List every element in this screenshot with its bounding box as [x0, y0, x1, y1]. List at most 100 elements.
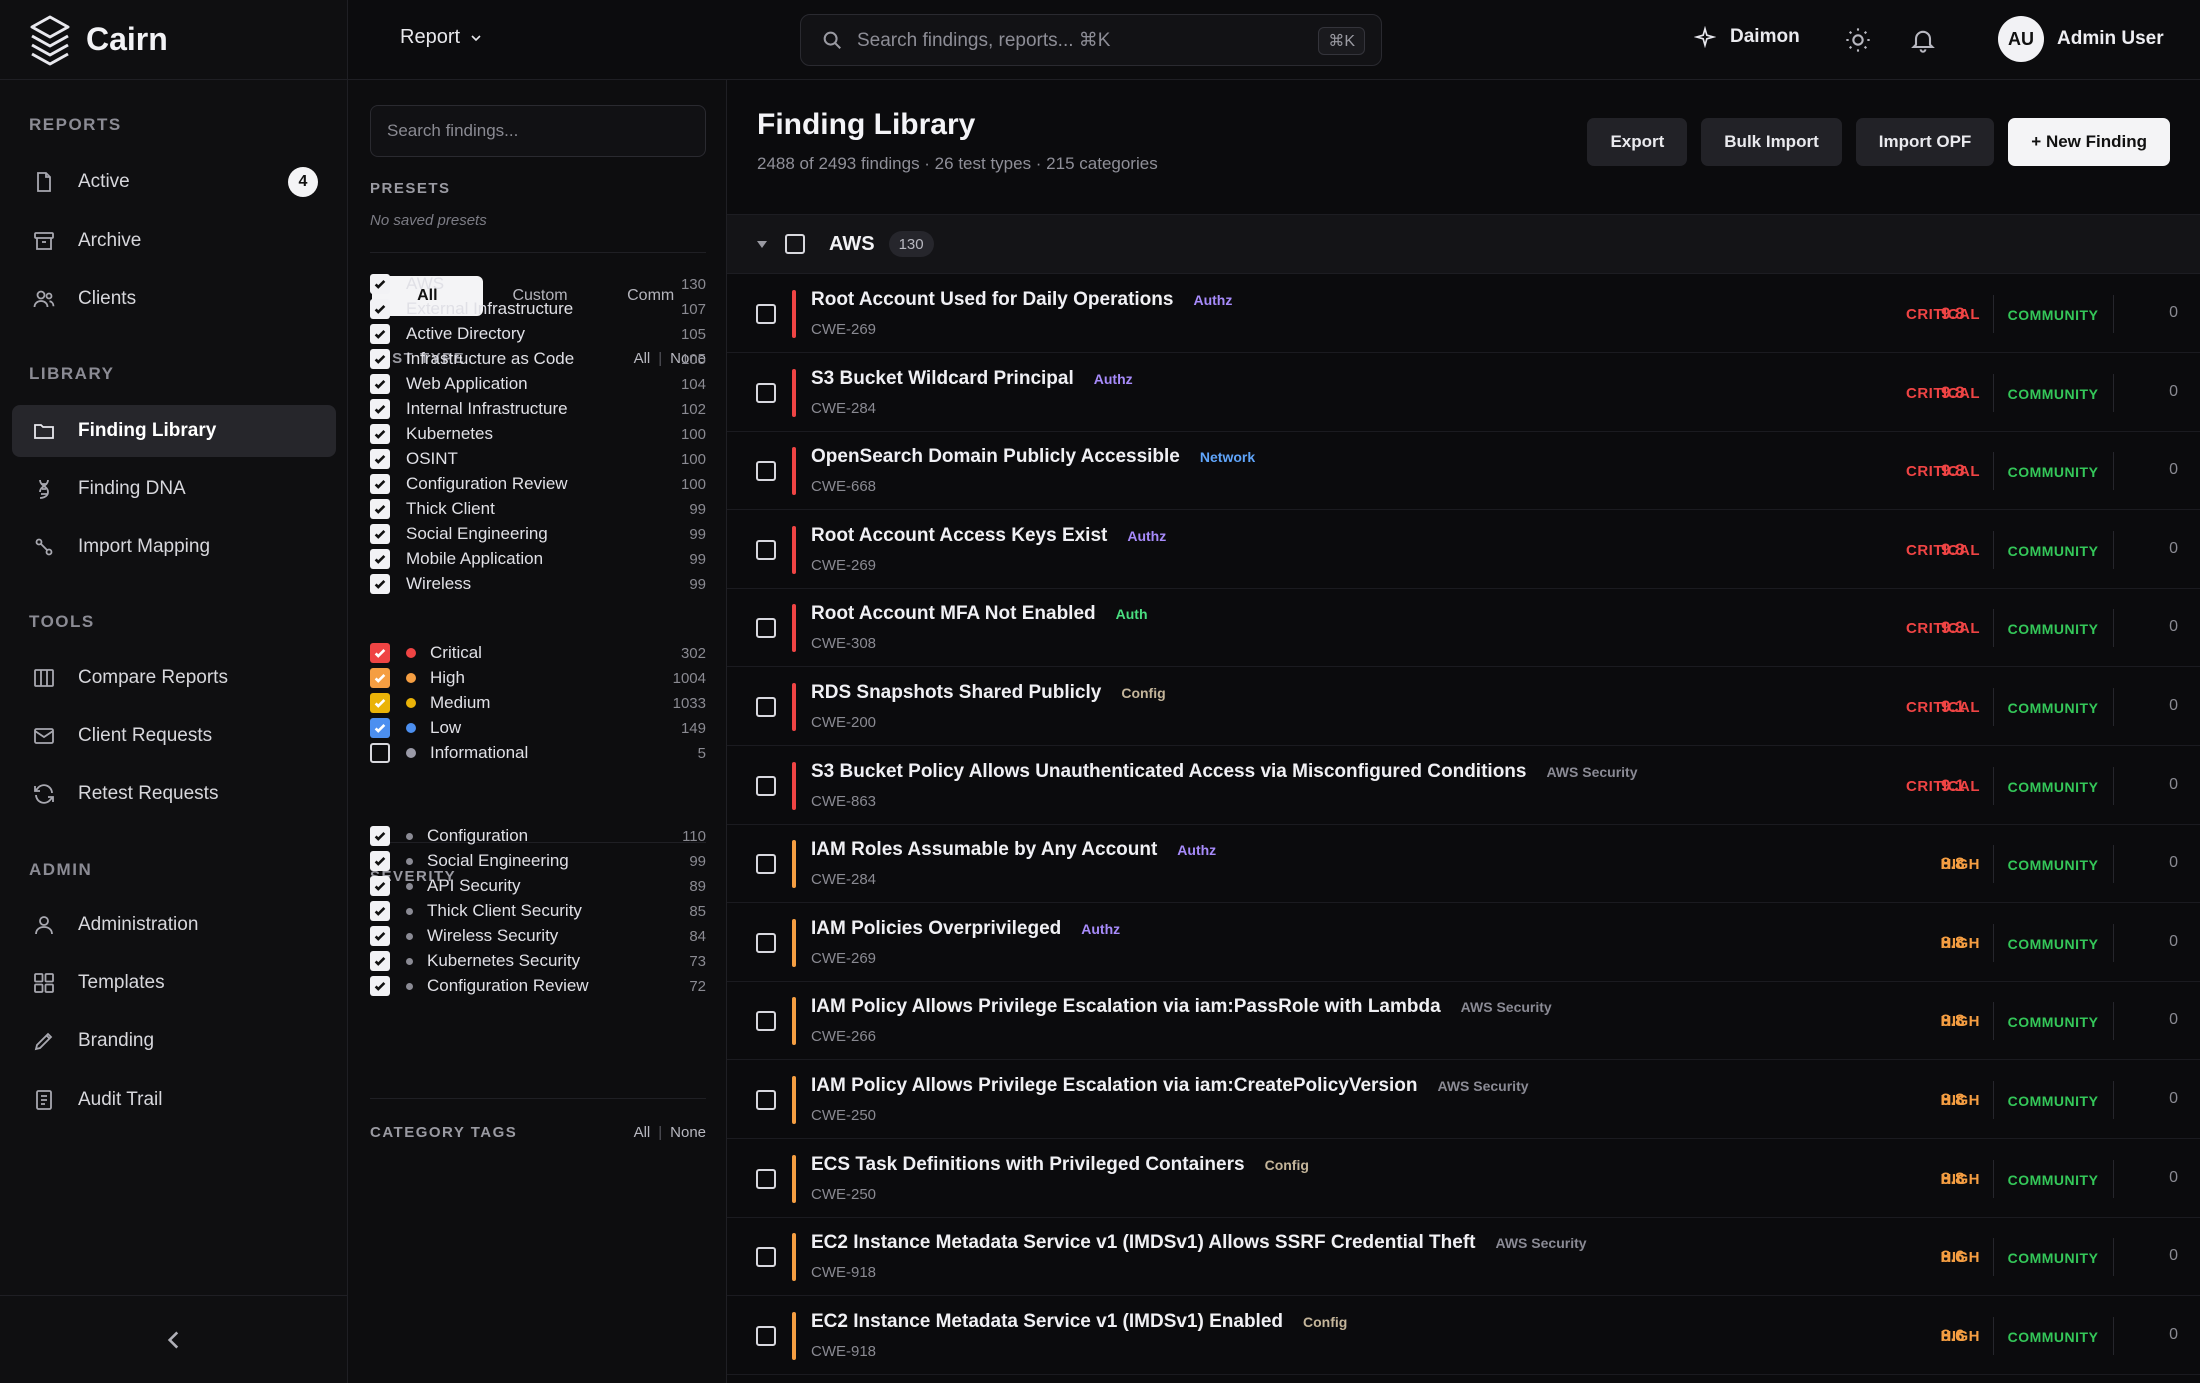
- finding-select-checkbox[interactable]: [756, 461, 776, 482]
- finding-select-checkbox[interactable]: [756, 775, 776, 796]
- finding-title[interactable]: IAM Roles Assumable by Any Account Authz: [811, 839, 1216, 861]
- sidebar-item-finding-dna[interactable]: Finding DNA: [12, 463, 336, 515]
- finding-row[interactable]: IAM Policies Overprivileged Authz CWE-269 H…: [727, 904, 2200, 982]
- sidebar-item-archive[interactable]: Archive: [12, 215, 336, 267]
- import-opf-button[interactable]: Import OPF: [1855, 118, 1995, 166]
- theme-toggle-button[interactable]: [1844, 26, 1872, 54]
- finding-title[interactable]: EC2 Instance Metadata Service v1 (IMDSv1…: [811, 1232, 1587, 1254]
- finding-row[interactable]: S3 Bucket Wildcard Principal Authz CWE-284…: [727, 354, 2200, 432]
- filter-checkbox[interactable]: [370, 693, 390, 713]
- finding-row[interactable]: Root Account Access Keys Exist Authz CWE-2…: [727, 511, 2200, 589]
- global-search-input[interactable]: Search findings, reports... ⌘K ⌘K: [800, 14, 1382, 66]
- filter-checkbox[interactable]: [370, 876, 390, 896]
- finding-row[interactable]: EC2 Instance Metadata Service v1 (IMDSv1…: [727, 1297, 2200, 1375]
- filter-checkbox[interactable]: [370, 324, 390, 344]
- finding-row[interactable]: RDS Snapshots Shared Publicly Config CWE-2…: [727, 668, 2200, 746]
- sidebar-item-import-mapping[interactable]: Import Mapping: [12, 521, 336, 573]
- finding-select-checkbox[interactable]: [756, 1325, 776, 1346]
- filter-checkbox[interactable]: [370, 743, 390, 763]
- sidebar-item-client-requests[interactable]: Client Requests: [12, 710, 336, 762]
- finding-title[interactable]: IAM Policies Overprivileged Authz: [811, 918, 1120, 940]
- finding-select-checkbox[interactable]: [756, 304, 776, 324]
- finding-select-checkbox[interactable]: [756, 382, 776, 403]
- filter-checkbox[interactable]: [370, 668, 390, 688]
- finding-row[interactable]: EC2 Instance Metadata Service v1 (IMDSv1…: [727, 1218, 2200, 1297]
- sidebar-item-retest-requests[interactable]: Retest Requests: [12, 768, 336, 820]
- filter-checkbox[interactable]: [370, 951, 390, 971]
- finding-select-checkbox[interactable]: [756, 932, 776, 953]
- finding-title[interactable]: IAM Policy Allows Privilege Escalation v…: [811, 1075, 1529, 1097]
- finding-row[interactable]: Root Account MFA Not Enabled Auth CWE-308 C…: [727, 589, 2200, 668]
- finding-title[interactable]: Root Account MFA Not Enabled Auth: [811, 603, 1148, 625]
- finding-row[interactable]: S3 Bucket Policy Allows Unauthenticated …: [727, 747, 2200, 825]
- finding-select-checkbox[interactable]: [756, 697, 776, 717]
- filter-checkbox[interactable]: [370, 499, 390, 519]
- sidebar-item-templates[interactable]: Templates: [12, 957, 336, 1009]
- filter-checkbox[interactable]: [370, 424, 390, 444]
- bulk-import-button[interactable]: Bulk Import: [1701, 118, 1842, 166]
- finding-title[interactable]: IAM Policy Allows Privilege Escalation v…: [811, 996, 1552, 1018]
- select-none-link[interactable]: None: [670, 1124, 706, 1141]
- finding-row[interactable]: Root Account Used for Daily Operations Au…: [727, 275, 2200, 353]
- filter-checkbox[interactable]: [370, 374, 390, 394]
- user-menu[interactable]: AU Admin User: [1998, 16, 2164, 62]
- sidebar-item-clients[interactable]: Clients: [12, 273, 336, 325]
- filter-checkbox[interactable]: [370, 524, 390, 544]
- filter-checkbox[interactable]: [370, 826, 390, 846]
- filter-option[interactable]: Wireless 99: [370, 569, 706, 599]
- filter-checkbox[interactable]: [370, 299, 390, 319]
- filter-checkbox[interactable]: [370, 474, 390, 494]
- sidebar-item-active[interactable]: Active 4: [12, 156, 336, 208]
- finding-title[interactable]: Root Account Used for Daily Operations Au…: [811, 289, 1232, 311]
- report-menu-button[interactable]: Report: [400, 26, 484, 49]
- finding-row[interactable]: IAM Roles Assumable by Any Account Authz C…: [727, 825, 2200, 904]
- filter-checkbox[interactable]: [370, 399, 390, 419]
- filter-option[interactable]: Configuration Review 72: [370, 971, 706, 1001]
- group-header-aws[interactable]: AWS 130: [727, 214, 2200, 274]
- filter-checkbox[interactable]: [370, 643, 390, 663]
- brand[interactable]: Cairn: [0, 0, 347, 80]
- collapse-sidebar-button[interactable]: [0, 1295, 348, 1383]
- finding-title[interactable]: S3 Bucket Wildcard Principal Authz: [811, 368, 1133, 390]
- filter-checkbox[interactable]: [370, 926, 390, 946]
- select-all-link[interactable]: All: [634, 1124, 651, 1141]
- finding-row[interactable]: IAM Policy Allows Privilege Escalation v…: [727, 1061, 2200, 1139]
- sidebar-item-compare-reports[interactable]: Compare Reports: [12, 652, 336, 704]
- finding-title[interactable]: ECS Task Definitions with Privileged Con…: [811, 1154, 1309, 1176]
- filter-checkbox[interactable]: [370, 574, 390, 594]
- daimon-assistant-button[interactable]: Daimon: [1694, 26, 1800, 48]
- finding-title[interactable]: EC2 Instance Metadata Service v1 (IMDSv1…: [811, 1311, 1347, 1333]
- new-finding-button[interactable]: + New Finding: [2008, 118, 2170, 166]
- finding-row[interactable]: IAM Policy Allows Privilege Escalation v…: [727, 982, 2200, 1061]
- sidebar-item-audit-trail[interactable]: Audit Trail: [12, 1074, 336, 1126]
- sidebar-item-administration[interactable]: Administration: [12, 899, 336, 951]
- finding-select-checkbox[interactable]: [756, 1011, 776, 1032]
- filter-checkbox[interactable]: [370, 349, 390, 369]
- filter-search-input[interactable]: Search findings...: [370, 105, 706, 157]
- sidebar-item-finding-library[interactable]: Finding Library: [12, 405, 336, 457]
- group-select-checkbox[interactable]: [785, 234, 805, 254]
- finding-select-checkbox[interactable]: [756, 1090, 776, 1110]
- finding-select-checkbox[interactable]: [756, 854, 776, 875]
- finding-select-checkbox[interactable]: [756, 539, 776, 560]
- sidebar-item-branding[interactable]: Branding: [12, 1015, 336, 1067]
- export-button[interactable]: Export: [1587, 118, 1688, 166]
- filter-checkbox[interactable]: [370, 549, 390, 569]
- finding-row[interactable]: OpenSearch Domain Publicly Accessible Net…: [727, 432, 2200, 511]
- filter-checkbox[interactable]: [370, 901, 390, 921]
- filter-checkbox[interactable]: [370, 449, 390, 469]
- filter-checkbox[interactable]: [370, 274, 390, 294]
- filter-checkbox[interactable]: [370, 718, 390, 738]
- finding-select-checkbox[interactable]: [756, 1247, 776, 1268]
- finding-title[interactable]: OpenSearch Domain Publicly Accessible Net…: [811, 446, 1255, 468]
- finding-select-checkbox[interactable]: [756, 618, 776, 639]
- notifications-button[interactable]: [1909, 26, 1937, 54]
- filter-checkbox[interactable]: [370, 976, 390, 996]
- filter-option[interactable]: Informational 5: [370, 738, 706, 768]
- finding-title[interactable]: S3 Bucket Policy Allows Unauthenticated …: [811, 761, 1638, 783]
- finding-row[interactable]: ECS Task Definitions with Privileged Con…: [727, 1140, 2200, 1218]
- finding-select-checkbox[interactable]: [756, 1168, 776, 1189]
- finding-title[interactable]: Root Account Access Keys Exist Authz: [811, 525, 1166, 547]
- finding-title[interactable]: RDS Snapshots Shared Publicly Config: [811, 682, 1166, 704]
- filter-checkbox[interactable]: [370, 851, 390, 871]
